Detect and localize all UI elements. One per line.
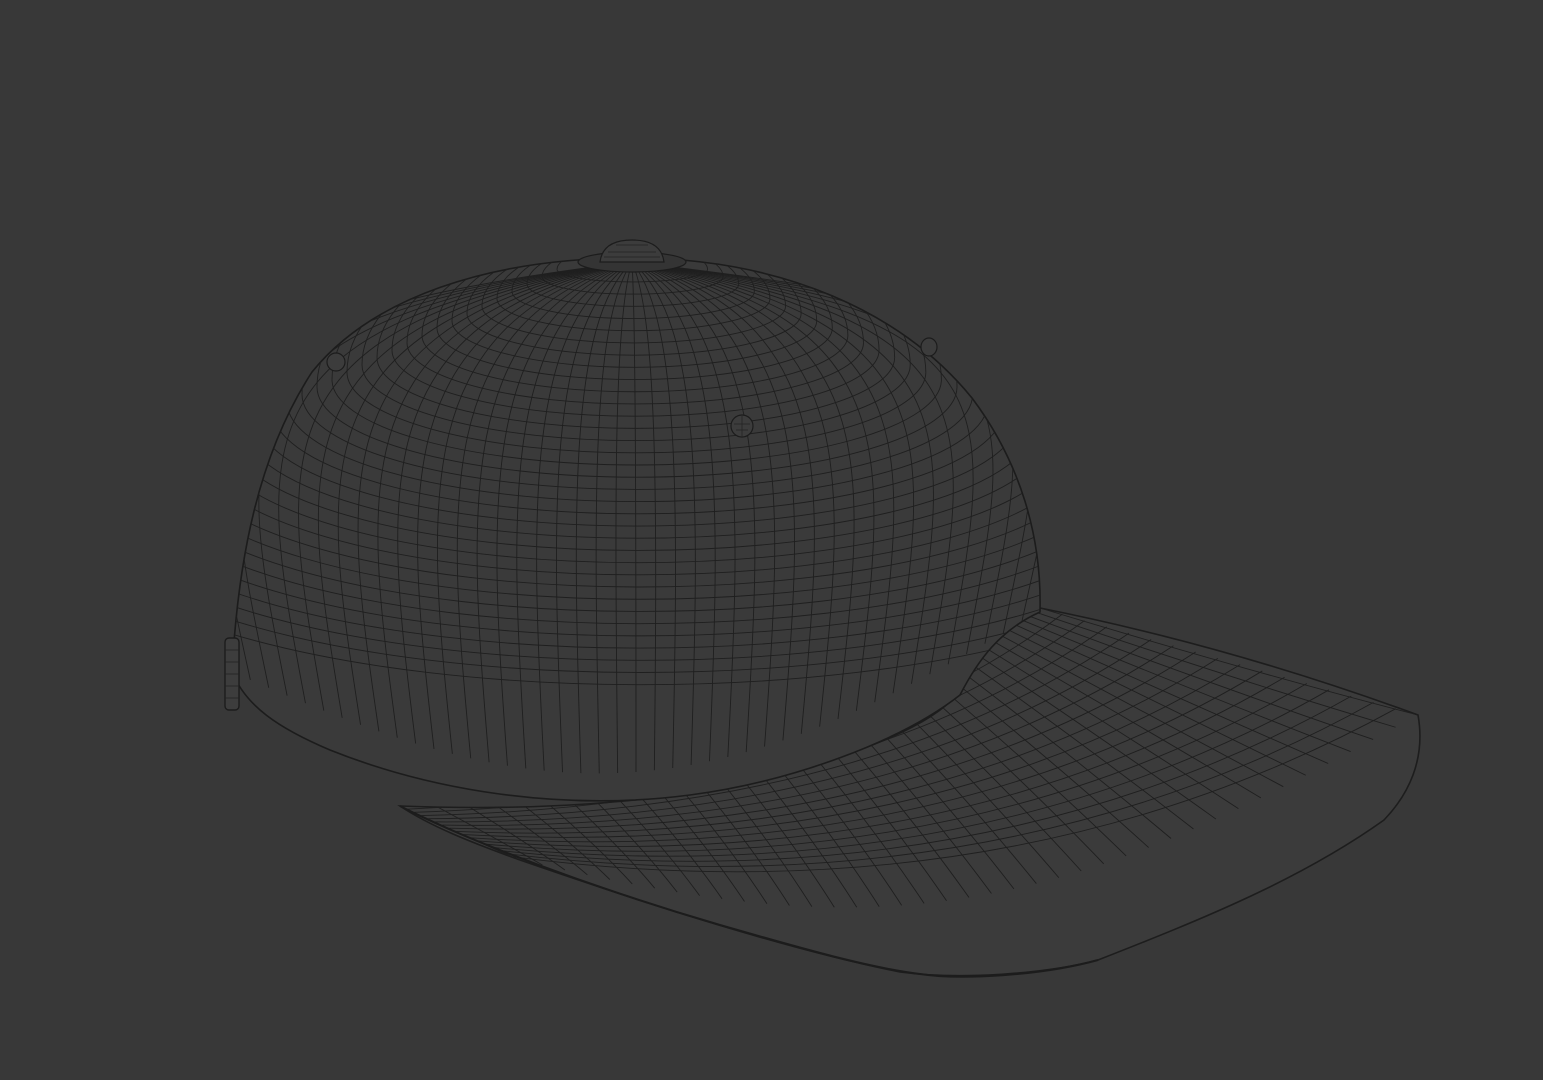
strap-buckle (224, 637, 240, 711)
eyelet (730, 414, 754, 438)
top-button (577, 239, 687, 273)
eyelet (326, 352, 346, 372)
cap-wireframe-render (224, 239, 1421, 978)
3d-viewport[interactable] (0, 0, 1543, 1080)
eyelet (920, 337, 938, 357)
